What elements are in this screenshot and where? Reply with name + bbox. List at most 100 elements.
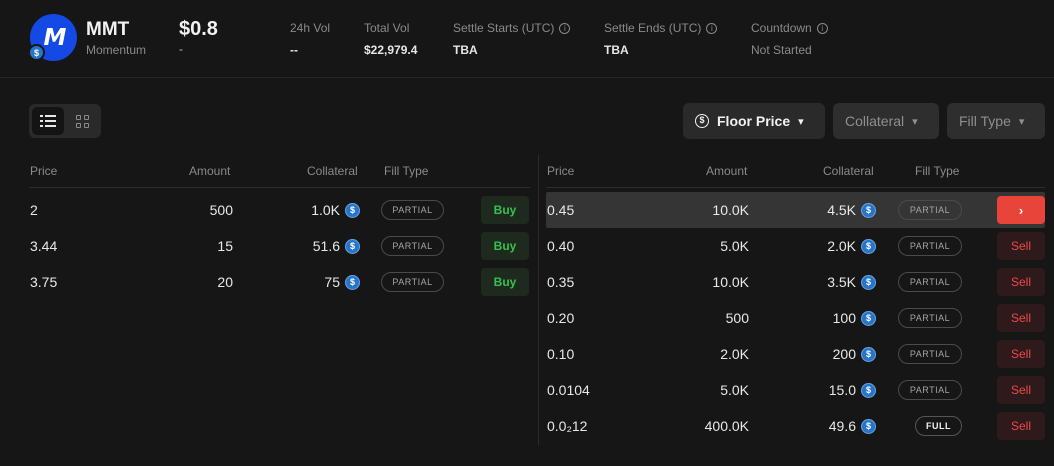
token-symbol: MMT: [86, 19, 130, 40]
order-amount: 2.0K: [720, 346, 749, 362]
order-collateral: 1.0K $: [259, 192, 360, 228]
order-collateral: 2.0K $: [776, 228, 876, 264]
fill-type-badge: PARTIAL: [898, 236, 962, 256]
sell-button[interactable]: Sell: [997, 376, 1045, 404]
usdc-icon: $: [861, 202, 876, 218]
chevron-down-icon: ▾: [1018, 115, 1025, 128]
stat-label: Countdown: [751, 21, 812, 35]
order-price: 0.40: [547, 238, 575, 254]
usdc-icon: $: [345, 202, 360, 218]
fill-type-badge: PARTIAL: [898, 272, 962, 292]
sell-button-cell: Sell: [997, 228, 1045, 264]
collateral-label: Collateral: [845, 113, 905, 129]
fill-type-badge: FULL: [915, 416, 962, 436]
stat-value: $22,979.4: [364, 43, 418, 57]
sell-button-cell: Sell: [997, 408, 1045, 444]
order-collateral: 100 $: [776, 300, 876, 336]
order-amount: 400.0K: [704, 418, 749, 434]
sell-order-row[interactable]: 0.0104 5.0K 15.0 $ PARTIAL Sell: [546, 372, 1045, 408]
stat-value: --: [290, 43, 298, 57]
stat-settle-starts: Settle Starts (UTC) i TBA: [453, 21, 571, 57]
list-view-button[interactable]: [32, 107, 64, 135]
col-collateral: Collateral: [823, 164, 874, 178]
chevron-down-icon: ▾: [798, 115, 804, 128]
order-amount: 5.0K: [720, 238, 749, 254]
collateral-value: 3.5K: [827, 274, 856, 290]
sell-button[interactable]: Sell: [997, 412, 1045, 440]
info-icon[interactable]: i: [816, 22, 828, 34]
col-amount: Amount: [706, 164, 748, 178]
order-price: 0.0₂12: [547, 418, 588, 434]
collateral-dropdown[interactable]: Collateral ▾: [833, 103, 939, 139]
fill-type-cell: PARTIAL: [898, 372, 962, 408]
usdc-icon: $: [861, 310, 876, 326]
order-amount: 20: [217, 274, 233, 290]
col-amount: Amount: [189, 164, 231, 178]
fill-type-badge: PARTIAL: [898, 308, 962, 328]
orderbook-divider: [538, 155, 539, 445]
stat-value: TBA: [604, 43, 629, 57]
grid-icon: [75, 114, 89, 128]
buy-button[interactable]: Buy: [481, 196, 529, 224]
header-divider: [546, 187, 1045, 188]
fill-type-badge: PARTIAL: [381, 272, 444, 292]
sell-order-row[interactable]: 0.40 5.0K 2.0K $ PARTIAL Sell: [546, 228, 1045, 264]
order-price: 2: [30, 202, 38, 218]
info-icon[interactable]: i: [706, 22, 718, 34]
stat-value: Not Started: [751, 43, 812, 57]
order-collateral: 49.6 $: [776, 408, 876, 444]
sell-button-cell: ›: [997, 192, 1045, 228]
sell-order-row[interactable]: 0.20 500 100 $ PARTIAL Sell: [546, 300, 1045, 336]
order-price: 0.45: [547, 202, 575, 218]
sell-order-row[interactable]: 0.35 10.0K 3.5K $ PARTIAL Sell: [546, 264, 1045, 300]
sell-button[interactable]: Sell: [997, 268, 1045, 296]
sell-order-row[interactable]: 0.45 10.0K 4.5K $ PARTIAL ›: [546, 192, 1045, 228]
usdc-badge-icon: $: [28, 44, 45, 61]
usdc-icon: $: [861, 382, 876, 398]
collateral-value: 15.0: [828, 382, 856, 398]
stat-label: Total Vol: [364, 21, 410, 35]
info-icon[interactable]: i: [559, 22, 571, 34]
order-amount: 500: [725, 310, 749, 326]
floor-price-label: Floor Price: [717, 113, 791, 129]
sell-button[interactable]: Sell: [997, 232, 1045, 260]
col-fill-type: Fill Type: [384, 164, 429, 178]
order-collateral: 200 $: [776, 336, 876, 372]
collateral-value: 1.0K: [311, 202, 340, 218]
fill-type-dropdown[interactable]: Fill Type ▾: [947, 103, 1045, 139]
fill-type-cell: PARTIAL: [898, 192, 962, 228]
fill-type-cell: PARTIAL: [381, 192, 444, 228]
sell-order-row[interactable]: 0.0₂12 400.0K 49.6 $ FULL Sell: [546, 408, 1045, 444]
order-collateral: 75 $: [259, 264, 360, 300]
sell-button-arrow[interactable]: ›: [997, 196, 1045, 224]
stat-countdown: Countdown i Not Started: [751, 21, 828, 57]
grid-view-button[interactable]: [66, 107, 98, 135]
buy-button[interactable]: Buy: [481, 232, 529, 260]
stat-label: 24h Vol: [290, 21, 331, 35]
fill-type-badge: PARTIAL: [898, 200, 962, 220]
sell-button[interactable]: Sell: [997, 304, 1045, 332]
sell-button[interactable]: Sell: [997, 340, 1045, 368]
view-toggle: [29, 104, 101, 138]
fill-type-cell: PARTIAL: [898, 264, 962, 300]
fill-type-cell: PARTIAL: [898, 336, 962, 372]
fill-type-badge: PARTIAL: [381, 236, 444, 256]
collateral-value: 49.6: [828, 418, 856, 434]
col-collateral: Collateral: [307, 164, 358, 178]
order-price: 3.75: [30, 274, 58, 290]
order-collateral: 3.5K $: [776, 264, 876, 300]
sell-button-cell: Sell: [997, 264, 1045, 300]
buy-order-row[interactable]: 2 500 1.0K $ PARTIAL Buy: [29, 192, 530, 228]
order-amount: 15: [217, 238, 233, 254]
usdc-icon: $: [861, 346, 876, 362]
col-price: Price: [30, 164, 58, 178]
floor-price-dropdown[interactable]: $ Floor Price ▾: [683, 103, 825, 139]
fill-type-cell: PARTIAL: [898, 300, 962, 336]
order-amount: 5.0K: [720, 382, 749, 398]
collateral-value: 51.6: [312, 238, 340, 254]
sell-order-row[interactable]: 0.10 2.0K 200 $ PARTIAL Sell: [546, 336, 1045, 372]
order-amount: 500: [209, 202, 233, 218]
buy-order-row[interactable]: 3.75 20 75 $ PARTIAL Buy: [29, 264, 530, 300]
buy-button[interactable]: Buy: [481, 268, 529, 296]
buy-order-row[interactable]: 3.44 15 51.6 $ PARTIAL Buy: [29, 228, 530, 264]
